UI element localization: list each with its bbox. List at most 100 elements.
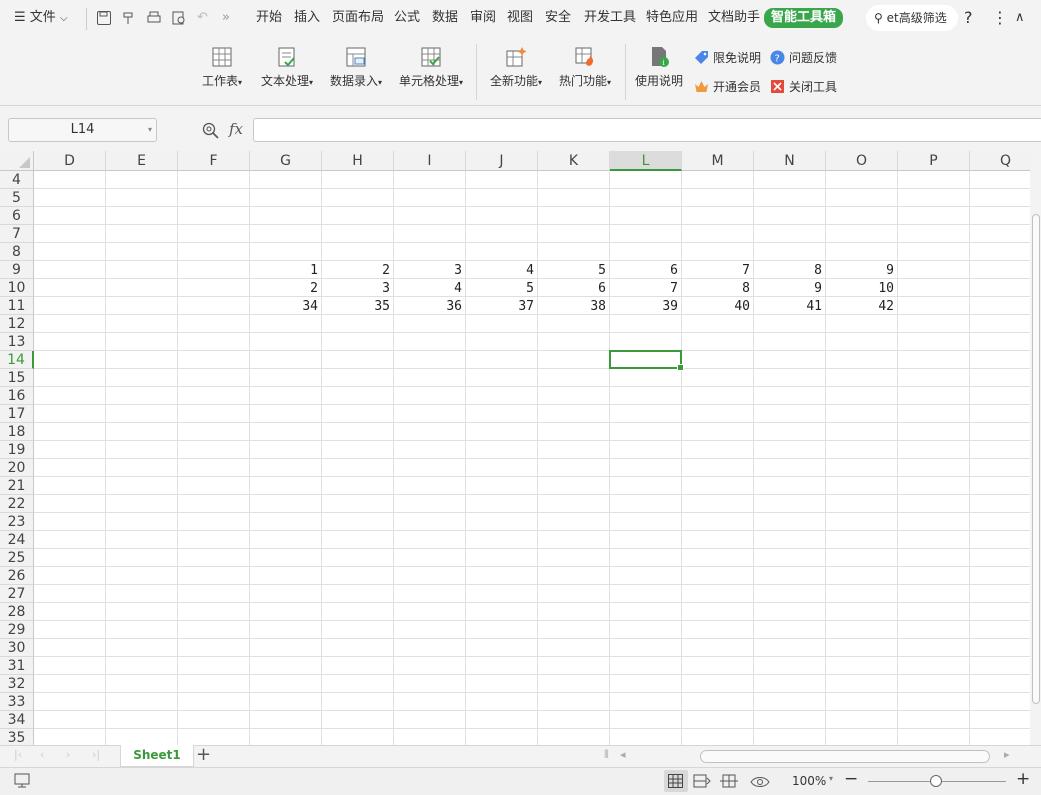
formula-input[interactable] [253,118,1041,142]
cell-i11[interactable]: 36 [394,297,465,315]
vertical-scrollbar[interactable] [1030,170,1041,745]
cell-j11[interactable]: 37 [466,297,537,315]
more-icon[interactable]: ⋮ [992,0,1008,38]
scroll-left-icon[interactable]: ◂ [620,748,626,761]
column-header-n[interactable]: N [754,151,826,171]
menu-tab-smart-toolbox[interactable]: 智能工具箱 [764,8,844,28]
row-header-21[interactable]: 21 [0,477,34,495]
cell-j9[interactable]: 4 [466,261,537,279]
hot-features-button[interactable]: 热门功能▾ [555,46,615,89]
row-header-24[interactable]: 24 [0,531,34,549]
cell-l9[interactable]: 6 [610,261,681,279]
horizontal-scroll-thumb[interactable] [700,750,990,763]
zoom-formula-icon[interactable] [202,122,219,139]
menu-tab-insert[interactable]: 插入 [294,0,320,38]
print-preview-icon[interactable] [171,10,187,26]
data-entry-button[interactable]: 数据录入▾ [326,46,386,89]
column-header-p[interactable]: P [898,151,970,171]
row-header-30[interactable]: 30 [0,639,34,657]
cell-g10[interactable]: 2 [250,279,321,297]
cell-k9[interactable]: 5 [538,261,609,279]
active-cell-selection[interactable] [609,350,684,371]
row-header-13[interactable]: 13 [0,333,34,351]
chevron-down-icon[interactable]: ▾ [829,774,833,783]
row-header-18[interactable]: 18 [0,423,34,441]
row-header-9[interactable]: 9 [0,261,34,279]
cell-o11[interactable]: 42 [826,297,897,315]
print-icon[interactable] [146,10,162,26]
more-arrows-icon[interactable]: » [222,0,230,38]
menu-tab-home[interactable]: 开始 [256,0,282,38]
first-sheet-icon[interactable]: |‹ [14,748,22,761]
feedback-button[interactable]: ? 问题反馈 [770,49,837,67]
row-header-27[interactable]: 27 [0,585,34,603]
cell-o10[interactable]: 10 [826,279,897,297]
menu-tab-developer[interactable]: 开发工具 [584,0,636,38]
row-header-16[interactable]: 16 [0,387,34,405]
sheet-tab-sheet1[interactable]: Sheet1 [120,745,194,767]
row-header-32[interactable]: 32 [0,675,34,693]
cell-n11[interactable]: 41 [754,297,825,315]
worksheet-button[interactable]: 工作表▾ [199,46,245,89]
cell-i10[interactable]: 4 [394,279,465,297]
macro-record-icon[interactable] [14,773,32,789]
cell-m11[interactable]: 40 [682,297,753,315]
menu-tab-security[interactable]: 安全 [545,0,571,38]
row-header-14[interactable]: 14 [0,351,34,369]
column-header-d[interactable]: D [34,151,106,171]
menu-tab-view[interactable]: 视图 [507,0,533,38]
scroll-right-icon[interactable]: ▸ [1004,748,1010,761]
menu-tab-page-layout[interactable]: 页面布局 [332,0,384,38]
row-header-5[interactable]: 5 [0,189,34,207]
collapse-ribbon-icon[interactable]: ∧ [1015,0,1025,38]
row-header-19[interactable]: 19 [0,441,34,459]
vertical-scroll-thumb[interactable] [1032,214,1040,704]
row-header-6[interactable]: 6 [0,207,34,225]
zoom-in-button[interactable]: + [1016,769,1030,789]
row-header-33[interactable]: 33 [0,693,34,711]
open-member-button[interactable]: 开通会员 [694,78,761,96]
row-header-15[interactable]: 15 [0,369,34,387]
column-header-j[interactable]: J [466,151,538,171]
cell-n10[interactable]: 9 [754,279,825,297]
normal-view-button[interactable] [664,770,688,792]
column-header-e[interactable]: E [106,151,178,171]
row-header-26[interactable]: 26 [0,567,34,585]
column-header-k[interactable]: K [538,151,610,171]
row-header-34[interactable]: 34 [0,711,34,729]
row-header-25[interactable]: 25 [0,549,34,567]
format-painter-icon[interactable] [121,10,137,26]
row-header-12[interactable]: 12 [0,315,34,333]
help-icon[interactable]: ? [964,0,973,38]
zoom-level[interactable]: 100% [792,774,826,788]
column-header-f[interactable]: F [178,151,250,171]
row-header-17[interactable]: 17 [0,405,34,423]
usage-guide-button[interactable]: i 使用说明 [634,46,684,89]
select-all-corner[interactable] [0,151,34,171]
close-tool-button[interactable]: 关闭工具 [770,78,837,96]
row-header-10[interactable]: 10 [0,279,34,297]
cell-j10[interactable]: 5 [466,279,537,297]
column-header-m[interactable]: M [682,151,754,171]
row-header-8[interactable]: 8 [0,243,34,261]
row-header-31[interactable]: 31 [0,657,34,675]
page-break-view-icon[interactable] [693,774,711,789]
fx-icon[interactable]: fx [229,120,243,138]
row-header-23[interactable]: 23 [0,513,34,531]
cell-l10[interactable]: 7 [610,279,681,297]
cell-k11[interactable]: 38 [538,297,609,315]
search-box[interactable]: ⚲ et高级筛选 [866,5,958,31]
cell-h10[interactable]: 3 [322,279,393,297]
row-header-29[interactable]: 29 [0,621,34,639]
cell-g9[interactable]: 1 [250,261,321,279]
row-header-20[interactable]: 20 [0,459,34,477]
next-sheet-icon[interactable]: › [66,748,70,761]
cell-l11[interactable]: 39 [610,297,681,315]
tab-splitter[interactable]: ⦀ [604,748,609,762]
cell-k10[interactable]: 6 [538,279,609,297]
column-header-o[interactable]: O [826,151,898,171]
menu-tab-formula[interactable]: 公式 [394,0,420,38]
spreadsheet-grid[interactable]: DEFGHIJKLMNOPQ 4 5 6 7 8 9 10 11 12 13 14 15 16 17 18 1… [0,151,1030,745]
eye-protection-icon[interactable] [750,774,770,789]
row-header-4[interactable]: 4 [0,171,34,189]
